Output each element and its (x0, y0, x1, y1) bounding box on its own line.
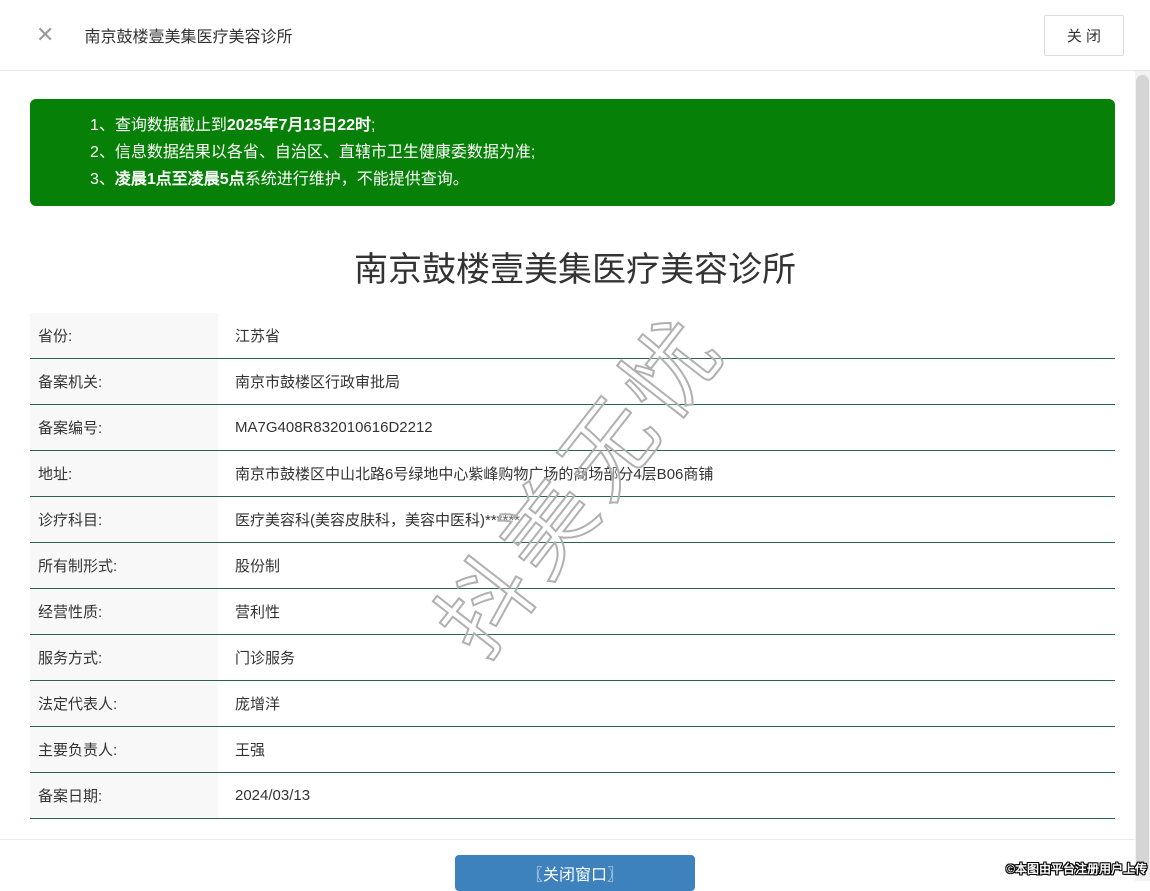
notice-line-1-bold: 2025年7月13日22时 (226, 117, 371, 134)
table-row: 省份: 江苏省 (30, 313, 1115, 359)
table-row: 备案机关: 南京市鼓楼区行政审批局 (30, 359, 1115, 405)
notice-line-3-bold: 凌晨1点至凌晨5点 (114, 171, 245, 188)
table-row: 经营性质: 营利性 (30, 589, 1115, 635)
image-credit: ©本图由平台注册用户上传 (1006, 862, 1147, 876)
scrollbar-thumb[interactable] (1136, 75, 1149, 873)
row-label: 地址: (30, 451, 218, 496)
notice-line-1-text: 1、查询数据截止到 (90, 117, 227, 134)
page-title: 南京鼓楼壹美集医疗美容诊所 (354, 251, 796, 289)
notice-line-1-post: ; (371, 117, 376, 134)
table-row: 备案日期: 2024/03/13 (30, 773, 1115, 819)
row-label: 主要负责人: (30, 727, 218, 772)
row-label: 经营性质: (30, 589, 218, 634)
notice-line-3-post: 系统进行维护，不能提供查询。 (244, 171, 469, 188)
row-label: 诊疗科目: (30, 497, 218, 542)
table-row: 所有制形式: 股份制 (30, 543, 1115, 589)
notice-line-2-text: 2、信息数据结果以各省、自治区、直辖市卫生健康委数据为准; (90, 144, 536, 161)
row-value: 门诊服务 (218, 635, 1115, 680)
row-value: MA7G408R832010616D2212 (218, 405, 1115, 450)
row-value: 南京市鼓楼区行政审批局 (218, 359, 1115, 404)
top-bar: ✕ 南京鼓楼壹美集医疗美容诊所 关 闭 (0, 0, 1150, 71)
notice-line-3-text: 3、 (90, 171, 115, 188)
row-label: 省份: (30, 313, 218, 358)
row-value: 医疗美容科(美容皮肤科，美容中医科)****** (218, 497, 1115, 542)
row-label: 服务方式: (30, 635, 218, 680)
table-row: 主要负责人: 王强 (30, 727, 1115, 773)
row-label: 法定代表人: (30, 681, 218, 726)
row-value: 庞增洋 (218, 681, 1115, 726)
table-row: 备案编号: MA7G408R832010616D2212 (30, 405, 1115, 451)
scrollbar-track[interactable] (1135, 71, 1150, 881)
notice-box: 1、查询数据截止到2025年7月13日22时; 2、信息数据结果以各省、自治区、… (30, 99, 1115, 206)
row-label: 备案日期: (30, 773, 218, 818)
notice-line-3: 3、凌晨1点至凌晨5点系统进行维护，不能提供查询。 (90, 166, 1095, 193)
row-value: 南京市鼓楼区中山北路6号绿地中心紫峰购物广场的商场部分4层B06商铺 (218, 451, 1115, 496)
row-label: 备案机关: (30, 359, 218, 404)
footer: 〖关闭窗口〗 (0, 840, 1150, 891)
row-value: 2024/03/13 (218, 773, 1115, 818)
row-value: 股份制 (218, 543, 1115, 588)
table-row: 法定代表人: 庞增洋 (30, 681, 1115, 727)
notice-line-2: 2、信息数据结果以各省、自治区、直辖市卫生健康委数据为准; (90, 139, 1095, 166)
row-label: 所有制形式: (30, 543, 218, 588)
close-button[interactable]: 关 闭 (1043, 14, 1124, 56)
table-row: 诊疗科目: 医疗美容科(美容皮肤科，美容中医科)****** (30, 497, 1115, 543)
table-row: 地址: 南京市鼓楼区中山北路6号绿地中心紫峰购物广场的商场部分4层B06商铺 (30, 451, 1115, 497)
notice-line-1: 1、查询数据截止到2025年7月13日22时; (90, 112, 1095, 139)
window-title: 南京鼓楼壹美集医疗美容诊所 (84, 29, 293, 46)
row-value: 营利性 (218, 589, 1115, 634)
row-value: 王强 (218, 727, 1115, 772)
close-x-icon[interactable]: ✕ (36, 24, 54, 46)
close-window-button[interactable]: 〖关闭窗口〗 (455, 855, 695, 891)
row-label: 备案编号: (30, 405, 218, 450)
row-value: 江苏省 (218, 313, 1115, 358)
table-row: 服务方式: 门诊服务 (30, 635, 1115, 681)
record-table: 省份: 江苏省 备案机关: 南京市鼓楼区行政审批局 备案编号: MA7G408R… (30, 313, 1115, 819)
